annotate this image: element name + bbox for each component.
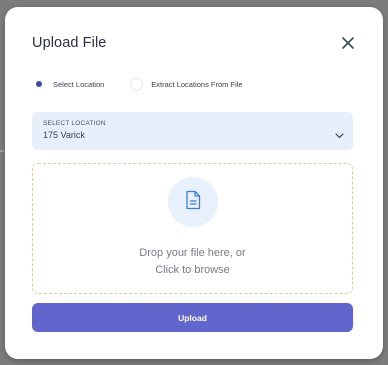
- location-mode-radio-group: Select Location Extract Locations From F…: [32, 77, 243, 91]
- close-button[interactable]: [341, 36, 355, 50]
- radio-label: Select Location: [53, 79, 105, 89]
- modal-title: Upload File: [32, 35, 107, 51]
- select-label: SELECT LOCATION: [43, 120, 106, 127]
- location-select[interactable]: SELECT LOCATION 175 Varick: [32, 112, 353, 150]
- select-value: 175 Varick: [43, 130, 85, 140]
- radio-unchecked-indicator: [130, 77, 144, 91]
- chevron-down-icon: [335, 127, 344, 139]
- file-icon-badge: [168, 177, 218, 227]
- radio-extract-locations[interactable]: Extract Locations From File: [130, 77, 243, 91]
- upload-file-modal: Upload File Select Location Extract Loca…: [5, 7, 383, 359]
- dropzone-browse-text: Click to browse: [155, 264, 230, 276]
- file-icon: [184, 190, 202, 215]
- close-icon: [341, 36, 355, 50]
- file-dropzone[interactable]: Drop your file here, or Click to browse: [32, 163, 353, 294]
- radio-checked-indicator: [32, 78, 45, 91]
- upload-button[interactable]: Upload: [32, 303, 353, 332]
- radio-label: Extract Locations From File: [151, 79, 243, 89]
- dropzone-instruction: Drop your file here, or: [139, 247, 246, 259]
- backdrop: [0, 150, 4, 152]
- radio-select-location[interactable]: Select Location: [32, 78, 104, 91]
